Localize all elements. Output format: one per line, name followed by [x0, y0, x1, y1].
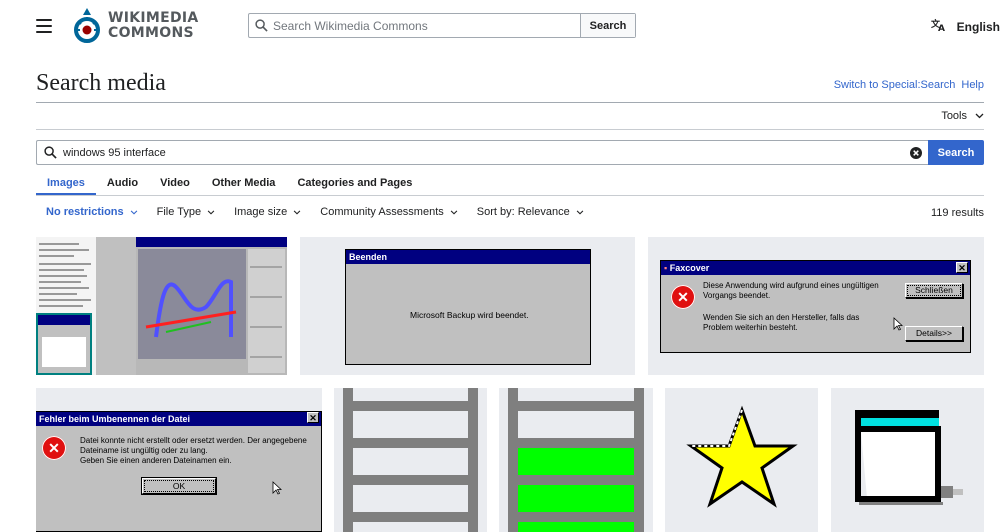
ok-button: OK: [142, 478, 216, 494]
dialog-titlebar: ▪ Faxcover ✕: [661, 261, 970, 275]
media-search-box: [36, 140, 928, 165]
tools-menu[interactable]: Tools: [941, 110, 984, 122]
cursor-icon: [272, 481, 282, 495]
dialog-line: Datei konnte nicht erstellt oder ersetzt…: [80, 436, 307, 445]
chevron-down-icon: [975, 110, 984, 122]
error-icon: ✕: [42, 436, 66, 460]
site-logo[interactable]: WIKIMEDIA COMMONS: [72, 6, 199, 46]
close-icon: ✕: [307, 412, 319, 423]
filter-file-type[interactable]: File Type: [157, 206, 215, 218]
chevron-down-icon: [207, 206, 215, 218]
ladder-image: [334, 388, 487, 532]
media-search-button[interactable]: Search: [928, 140, 984, 165]
filter-label: File Type: [156, 206, 202, 218]
page-title: Search media: [36, 70, 166, 96]
logo-line-1: WIKIMEDIA: [108, 10, 199, 26]
result-thumbnail[interactable]: [499, 388, 653, 532]
search-icon: [37, 146, 63, 159]
help-link[interactable]: Help: [961, 79, 984, 91]
clear-icon[interactable]: [904, 146, 928, 159]
dialog-line: Problem weiterhin besteht.: [703, 323, 798, 332]
dialog-title: Faxcover: [669, 263, 710, 273]
result-thumbnail[interactable]: [665, 388, 818, 532]
filter-label: Sort by: Relevance: [476, 206, 570, 218]
tab-categories-and-pages[interactable]: Categories and Pages: [286, 172, 423, 195]
ladder-green-image: [499, 388, 653, 532]
media-search: Search: [36, 140, 984, 165]
header-search-input[interactable]: [273, 14, 580, 37]
dialog-line: Vorgangs beendet.: [703, 291, 771, 300]
logo-line-2: COMMONS: [108, 25, 194, 41]
divider: [36, 129, 984, 130]
faxcover-dialog: ▪ Faxcover ✕ ✕ Diese Anwendung wird aufg…: [660, 260, 971, 353]
header-search: Search: [248, 13, 636, 38]
svg-text:A: A: [938, 24, 945, 32]
language-selector[interactable]: 文A English: [930, 18, 1000, 35]
main-menu-button[interactable]: [36, 19, 52, 33]
switch-special-search-link[interactable]: Switch to Special:Search: [834, 79, 956, 91]
result-thumbnail[interactable]: [831, 388, 984, 532]
details-button: Details>>: [905, 326, 963, 341]
filter-label: Community Assessments: [320, 206, 444, 218]
chevron-down-icon: [293, 206, 301, 218]
tab-audio[interactable]: Audio: [96, 172, 149, 195]
media-search-input[interactable]: [63, 146, 904, 159]
title-links: Switch to Special:Search Help: [834, 79, 984, 91]
hamburger-line: [36, 25, 52, 27]
result-thumbnail[interactable]: Fehler beim Umbenennen der Datei ✕ ✕ Dat…: [36, 388, 322, 532]
dialog-title: Fehler beim Umbenennen der Datei: [39, 414, 191, 424]
filter-image-size[interactable]: Image size: [234, 206, 301, 218]
filter-sort[interactable]: Sort by: Relevance: [477, 206, 584, 218]
chevron-down-icon: [130, 206, 138, 218]
hamburger-line: [36, 31, 52, 33]
commons-logo-icon: [74, 8, 100, 43]
result-thumbnail[interactable]: [334, 388, 487, 532]
dialog-line: Diese Anwendung wird aufgrund eines ungü…: [703, 281, 879, 290]
logo-wordmark: WIKIMEDIA COMMONS: [108, 11, 199, 41]
tab-video[interactable]: Video: [149, 172, 201, 195]
dialog-titlebar: Fehler beim Umbenennen der Datei ✕: [36, 412, 321, 426]
chevron-down-icon: [450, 206, 458, 218]
filter-label: Image size: [234, 206, 288, 218]
tab-other-media[interactable]: Other Media: [201, 172, 287, 195]
dialog-titlebar: Beenden: [346, 250, 590, 264]
filter-bar: No restrictions File Type Image size Com…: [36, 206, 603, 218]
filter-license[interactable]: No restrictions: [46, 206, 138, 218]
divider: [36, 102, 984, 103]
beenden-dialog: Beenden Microsoft Backup wird beendet.: [345, 249, 591, 365]
language-label: English: [956, 19, 1000, 34]
window-icon: [855, 410, 963, 505]
close-button: Schließen: [905, 283, 963, 298]
software-screenshot-image: [36, 237, 287, 375]
cursor-icon: [893, 317, 903, 331]
dialog-line: Geben Sie einen anderen Dateinamen ein.: [80, 456, 232, 465]
result-thumbnail[interactable]: Beenden Microsoft Backup wird beendet.: [300, 237, 635, 375]
tools-label: Tools: [941, 110, 967, 122]
results-count: 119 results: [931, 207, 984, 219]
hamburger-line: [36, 19, 52, 21]
dialog-line: Dateiname ist ungültig oder zu lang.: [80, 446, 208, 455]
filter-label: No restrictions: [46, 206, 124, 218]
error-icon: ✕: [671, 285, 695, 309]
dialog-line: Wenden Sie sich an den Hersteller, falls…: [703, 313, 860, 322]
rename-error-dialog: Fehler beim Umbenennen der Datei ✕ ✕ Dat…: [36, 411, 322, 532]
star-icon: [686, 405, 798, 508]
close-icon: ✕: [956, 262, 968, 273]
media-type-tabs: Images Audio Video Other Media Categorie…: [36, 172, 984, 196]
translate-icon: 文A: [930, 18, 947, 35]
result-thumbnail[interactable]: [36, 237, 287, 375]
tab-images[interactable]: Images: [36, 172, 96, 195]
filter-community-assessments[interactable]: Community Assessments: [320, 206, 458, 218]
search-icon: [249, 14, 273, 37]
header-search-button[interactable]: Search: [580, 14, 635, 37]
result-thumbnail[interactable]: ▪ Faxcover ✕ ✕ Diese Anwendung wird aufg…: [648, 237, 984, 375]
dialog-message: Microsoft Backup wird beendet.: [410, 310, 529, 320]
chevron-down-icon: [576, 206, 584, 218]
